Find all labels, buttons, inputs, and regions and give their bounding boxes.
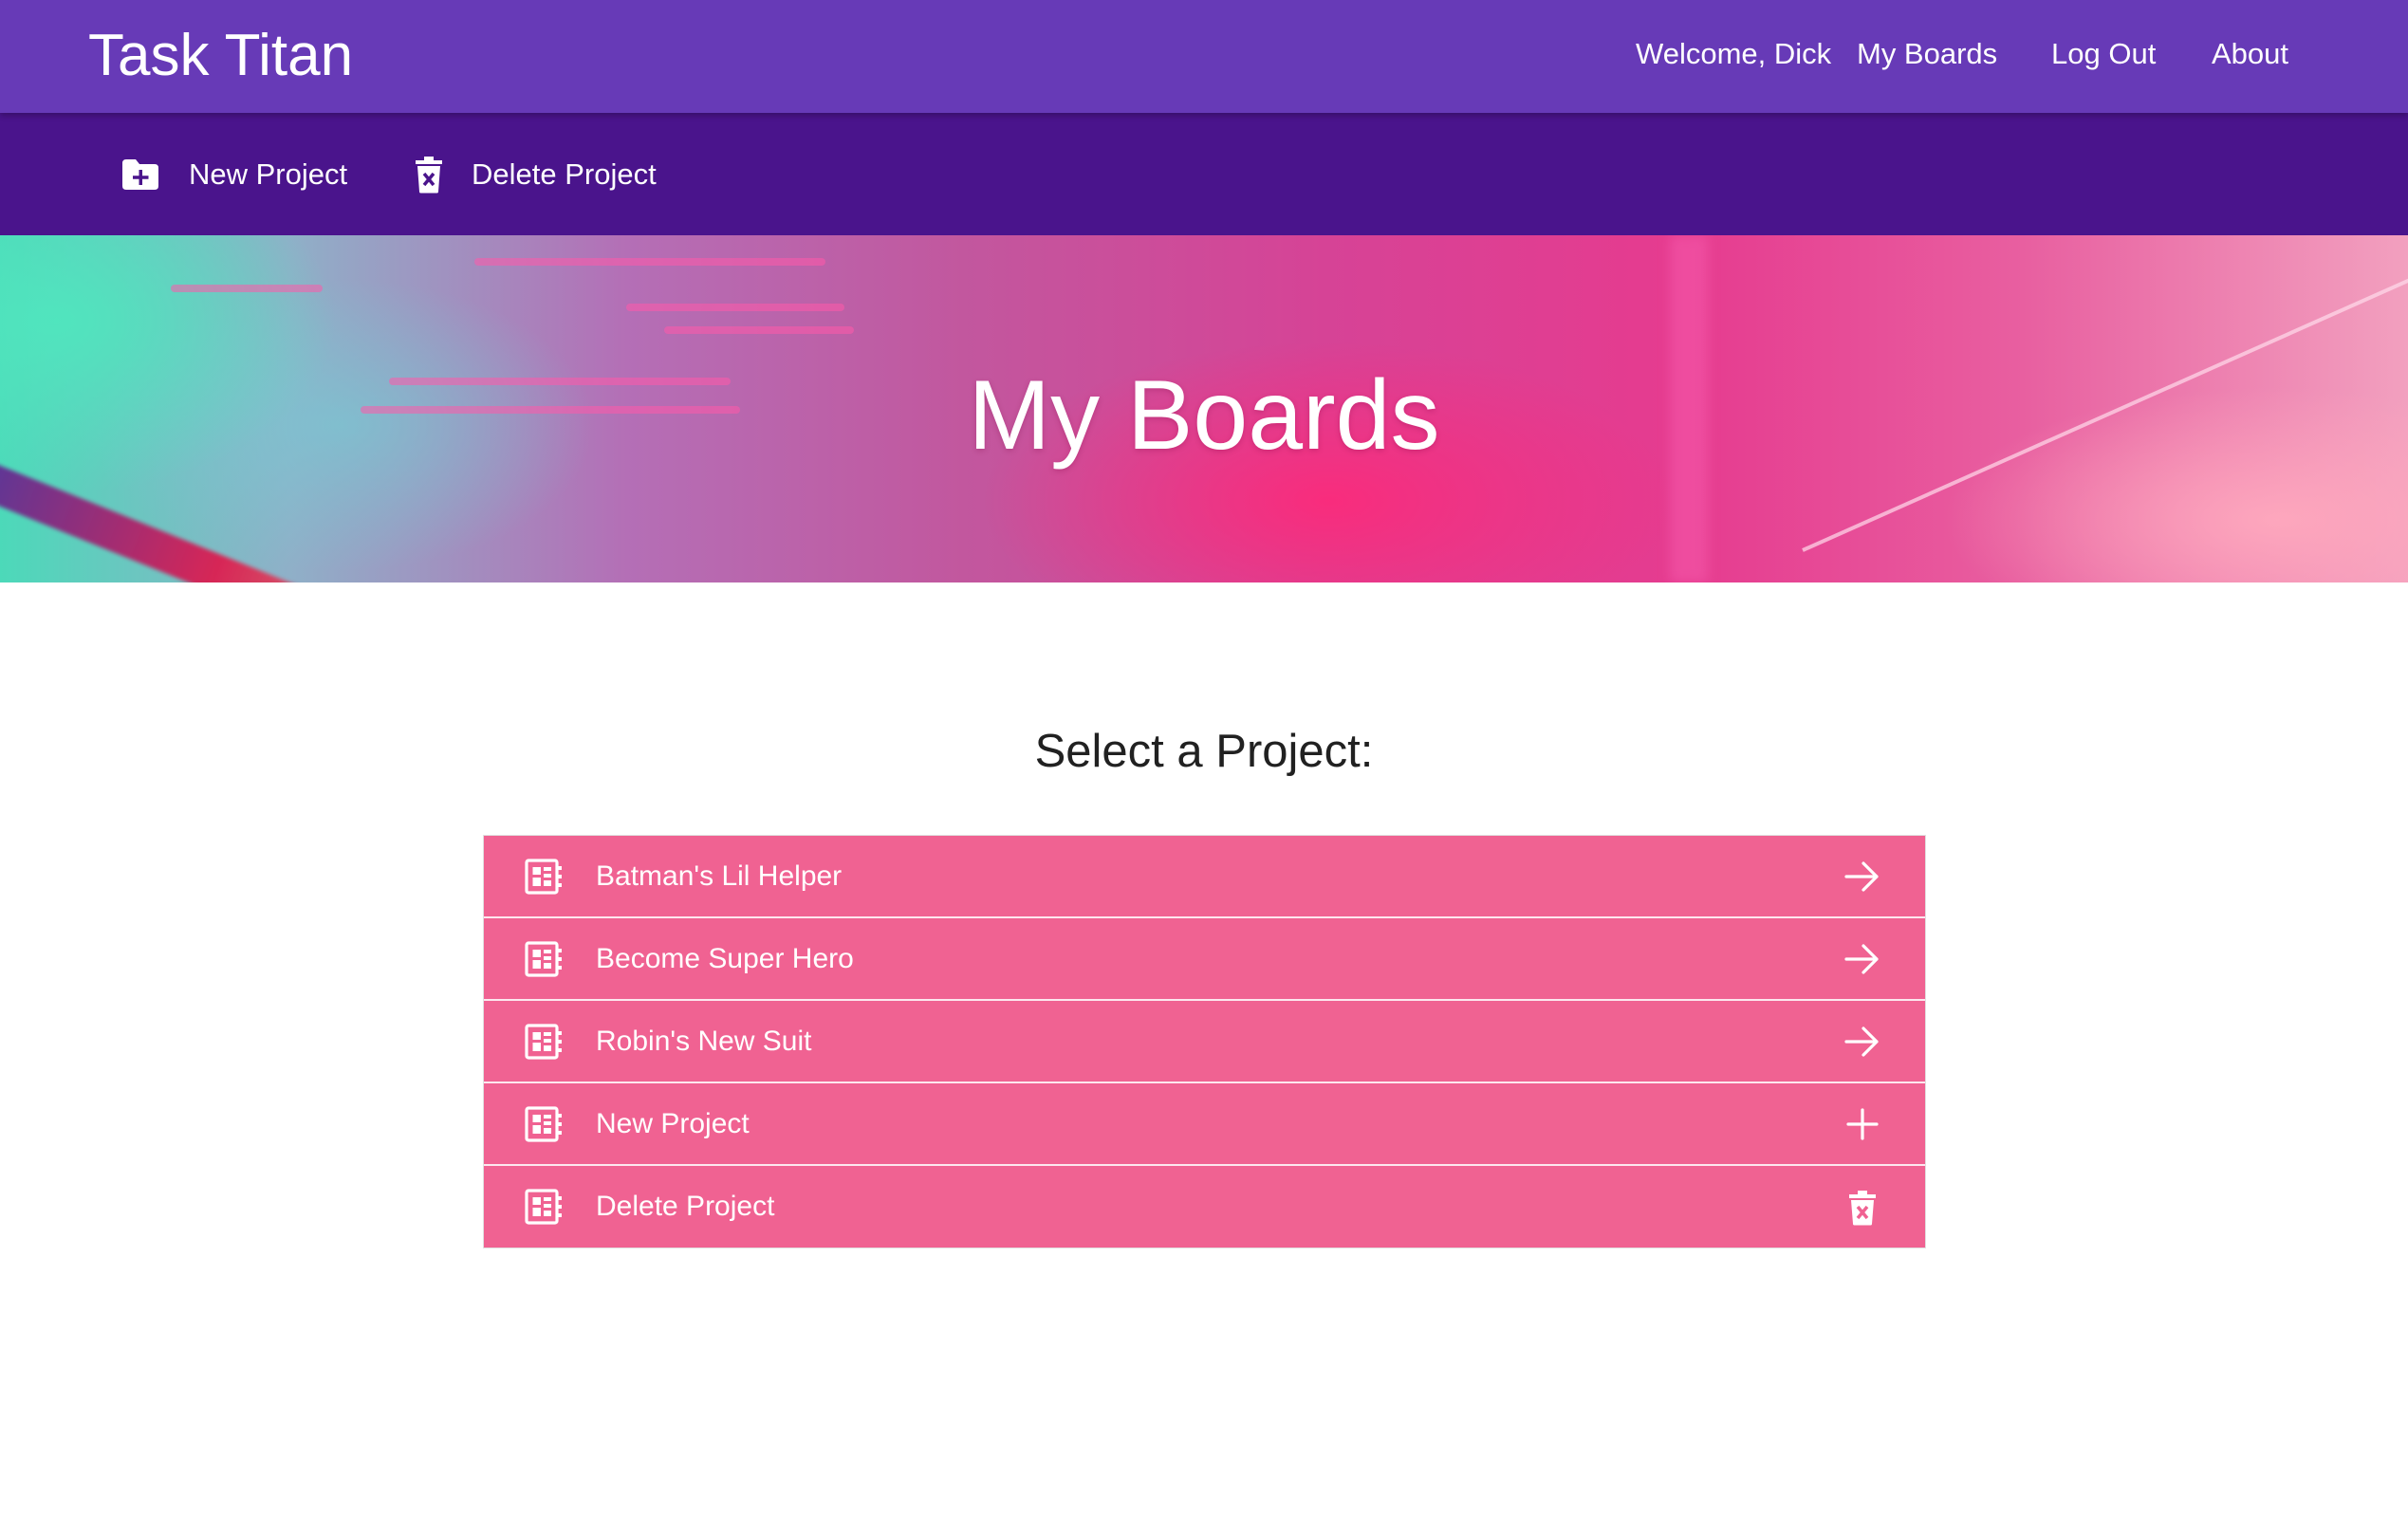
project-item-new-project[interactable]: New Project	[484, 1083, 1925, 1166]
new-project-button[interactable]: New Project	[120, 153, 347, 196]
project-item-batmans-lil-helper[interactable]: Batman's Lil Helper	[484, 836, 1925, 918]
hero-streak	[474, 258, 825, 266]
board-icon	[525, 1106, 563, 1150]
delete-project-label: Delete Project	[472, 157, 657, 191]
top-navbar: Task Titan Welcome, Dick My Boards Log O…	[0, 0, 2408, 113]
select-project-heading: Select a Project:	[1034, 726, 1374, 777]
project-item-delete-project[interactable]: Delete Project	[484, 1166, 1925, 1248]
project-list: Batman's Lil Helper Become Super Hero Ro…	[483, 835, 1926, 1248]
app-title[interactable]: Task Titan	[88, 23, 353, 89]
new-project-label: New Project	[189, 157, 348, 191]
project-title: Become Super Hero	[596, 942, 854, 974]
page-title: My Boards	[968, 361, 1440, 471]
hero-streak	[664, 326, 854, 334]
welcome-text: Welcome, Dick	[1636, 37, 1832, 70]
trash-icon	[415, 156, 443, 194]
hero-streak	[171, 285, 323, 292]
arrow-right-icon[interactable]	[1844, 1025, 1880, 1066]
arrow-right-icon[interactable]	[1844, 860, 1880, 901]
folder-plus-icon	[120, 157, 160, 192]
delete-project-button[interactable]: Delete Project	[415, 153, 657, 196]
project-item-become-super-hero[interactable]: Become Super Hero	[484, 918, 1925, 1001]
project-title: Delete Project	[596, 1191, 775, 1222]
board-icon	[525, 859, 563, 902]
plus-icon[interactable]	[1844, 1107, 1880, 1149]
project-title: New Project	[596, 1107, 750, 1139]
nav-link-log-out[interactable]: Log Out	[2051, 33, 2156, 75]
trash-icon[interactable]	[1844, 1190, 1880, 1233]
hero-banner: My Boards	[0, 235, 2408, 582]
board-icon	[525, 1024, 563, 1067]
nav-link-my-boards[interactable]: My Boards	[1857, 33, 1997, 75]
hero-streak	[626, 304, 844, 311]
project-title: Batman's Lil Helper	[596, 860, 843, 892]
project-toolbar: New Project Delete Project	[0, 113, 2408, 235]
project-item-robins-new-suit[interactable]: Robin's New Suit	[484, 1001, 1925, 1083]
project-title: Robin's New Suit	[596, 1025, 812, 1057]
nav-link-about[interactable]: About	[2212, 33, 2288, 75]
arrow-right-icon[interactable]	[1844, 942, 1880, 984]
board-icon	[525, 941, 563, 985]
board-icon	[525, 1189, 563, 1232]
